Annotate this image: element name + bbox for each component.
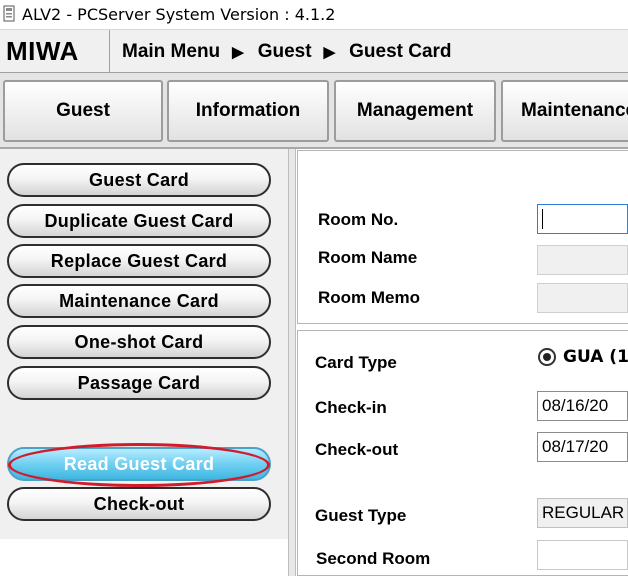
guest-type-select[interactable]: REGULAR — [537, 498, 628, 528]
breadcrumb: Main Menu ▶ Guest ▶ Guest Card — [122, 30, 452, 72]
check-in-date-input[interactable]: 08/16/20 — [537, 391, 628, 421]
window-title: ALV2 - PCServer System Version : 4.1.2 — [22, 5, 336, 24]
second-room-input[interactable] — [537, 540, 628, 570]
main-tab-bar: Guest Information Management Maintenance — [0, 73, 628, 149]
tab-information[interactable]: Information — [167, 80, 329, 142]
breadcrumb-item-main-menu[interactable]: Main Menu — [122, 41, 220, 62]
sidebar-item-one-shot-card[interactable]: One-shot Card — [7, 325, 271, 359]
room-name-field — [537, 245, 628, 275]
room-name-label: Room Name — [318, 248, 418, 267]
brand-logo: MIWA — [0, 30, 110, 72]
tab-management[interactable]: Management — [334, 80, 496, 142]
panel-splitter[interactable] — [288, 149, 296, 576]
sidebar-item-maintenance-card[interactable]: Maintenance Card — [7, 284, 271, 318]
check-out-date-input[interactable]: 08/17/20 — [537, 432, 628, 462]
breadcrumb-arrow-icon: ▶ — [232, 44, 244, 61]
window-titlebar: ALV2 - PCServer System Version : 4.1.2 — [0, 0, 628, 30]
sidebar-item-passage-card[interactable]: Passage Card — [7, 366, 271, 400]
breadcrumb-item-guest[interactable]: Guest — [258, 41, 312, 62]
second-room-label: Second Room — [316, 549, 431, 568]
room-no-label: Room No. — [318, 210, 399, 229]
radio-gua-label[interactable]: GUA (1 — [563, 347, 628, 367]
room-memo-label: Room Memo — [318, 288, 420, 307]
tab-guest[interactable]: Guest — [3, 80, 163, 142]
radio-gua[interactable] — [538, 348, 556, 366]
check-out-label: Check-out — [315, 440, 399, 459]
text-caret — [542, 209, 543, 229]
sidebar-item-read-guest-card[interactable]: Read Guest Card — [7, 447, 271, 481]
check-in-label: Check-in — [315, 398, 387, 417]
breadcrumb-item-guest-card: Guest Card — [349, 41, 452, 62]
breadcrumb-arrow-icon: ▶ — [323, 44, 336, 61]
guest-type-label: Guest Type — [315, 506, 407, 525]
breadcrumb-bar: MIWA Main Menu ▶ Guest ▶ Guest Card — [0, 30, 628, 73]
sidebar-item-replace-guest-card[interactable]: Replace Guest Card — [7, 244, 271, 278]
room-memo-field — [537, 283, 628, 313]
card-type-label: Card Type — [315, 353, 397, 372]
room-no-input[interactable] — [537, 204, 628, 234]
tab-maintenance[interactable]: Maintenance — [501, 80, 628, 142]
sidebar-item-guest-card[interactable]: Guest Card — [7, 163, 271, 197]
app-icon — [3, 5, 15, 22]
sidebar-item-check-out[interactable]: Check-out — [7, 487, 271, 521]
sidebar-item-duplicate-guest-card[interactable]: Duplicate Guest Card — [7, 204, 271, 238]
